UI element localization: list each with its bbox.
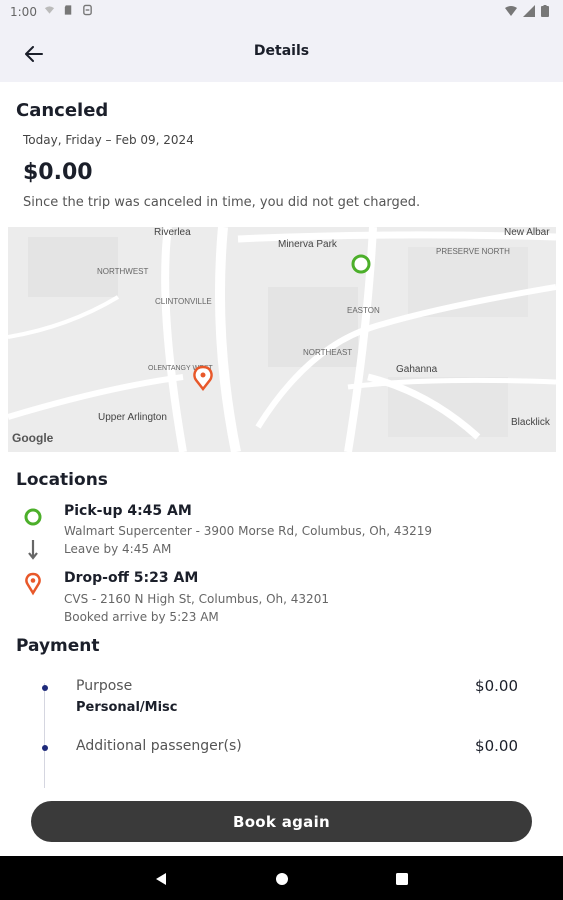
trip-status: Canceled [16, 100, 109, 121]
purpose-label: Purpose [76, 678, 133, 694]
status-bar: 1:00 [0, 0, 563, 24]
circle-home-icon [276, 873, 288, 885]
map-label-northwest: NORTHWEST [97, 267, 149, 276]
wifi-signal-icon [505, 6, 517, 16]
charge-notice: Since the trip was canceled in time, you… [23, 195, 421, 210]
map-label-riverlea: Riverlea [154, 227, 191, 238]
dropoff-title: Drop-off 5:23 AM [64, 570, 199, 586]
pickup-title: Pick-up 4:45 AM [64, 503, 192, 519]
nav-home-button[interactable] [271, 868, 293, 890]
status-time: 1:00 [10, 5, 37, 19]
google-logo: Google [12, 431, 54, 445]
payment-bullet [42, 685, 48, 691]
map-canvas: Riverlea Minerva Park New Albar NORTHWES… [8, 227, 556, 452]
payment-timeline [44, 683, 45, 788]
map-label-gahanna: Gahanna [396, 364, 438, 375]
payment-heading: Payment [16, 636, 100, 656]
nav-recents-button[interactable] [391, 868, 413, 890]
map-label-new-albany: New Albar [504, 227, 550, 238]
cell-signal-icon [523, 5, 535, 17]
map-label-northeast: NORTHEAST [303, 348, 352, 357]
route-map[interactable]: Riverlea Minerva Park New Albar NORTHWES… [8, 227, 556, 452]
payment-bullet [42, 745, 48, 751]
pickup-address: Walmart Supercenter - 3900 Morse Rd, Col… [64, 524, 433, 538]
square-recents-icon [396, 873, 408, 885]
trip-date: Today, Friday – Feb 09, 2024 [23, 133, 194, 147]
map-pickup-marker [351, 254, 371, 274]
system-nav-bar [0, 856, 563, 900]
passengers-label: Additional passenger(s) [76, 738, 242, 754]
app-header: Details [0, 24, 563, 82]
triangle-back-icon [156, 873, 166, 885]
locations-heading: Locations [16, 470, 108, 490]
passengers-value: $0.00 [475, 737, 518, 755]
page-title: Details [253, 43, 310, 59]
status-system-icons [505, 5, 549, 17]
map-label-preserve-north: PRESERVE NORTH [436, 247, 510, 256]
map-label-clintonville: CLINTONVILLE [155, 297, 212, 306]
dropoff-address: CVS - 2160 N High St, Columbus, Oh, 4320… [64, 592, 329, 606]
purpose-detail: Personal/Misc [76, 700, 178, 715]
storage-icon [83, 4, 92, 16]
arrow-down-icon [28, 540, 38, 560]
dropoff-note: Booked arrive by 5:23 AM [64, 610, 219, 624]
map-label-upper-arlington: Upper Arlington [98, 412, 167, 423]
battery-icon [541, 5, 549, 17]
pickup-note: Leave by 4:45 AM [64, 542, 172, 556]
purpose-value: $0.00 [475, 677, 518, 695]
map-label-easton: EASTON [347, 306, 380, 315]
pickup-circle-icon [24, 508, 42, 526]
dropoff-pin-icon [25, 572, 41, 596]
sd-card-icon [64, 5, 72, 15]
wifi-icon [44, 6, 55, 14]
nav-back-button[interactable] [150, 868, 172, 890]
map-label-minerva-park: Minerva Park [278, 239, 338, 250]
trip-amount: $0.00 [23, 160, 93, 185]
status-notification-icons [44, 4, 93, 16]
book-again-button[interactable]: Book again [31, 801, 532, 842]
map-label-blacklick: Blacklick [511, 417, 551, 428]
